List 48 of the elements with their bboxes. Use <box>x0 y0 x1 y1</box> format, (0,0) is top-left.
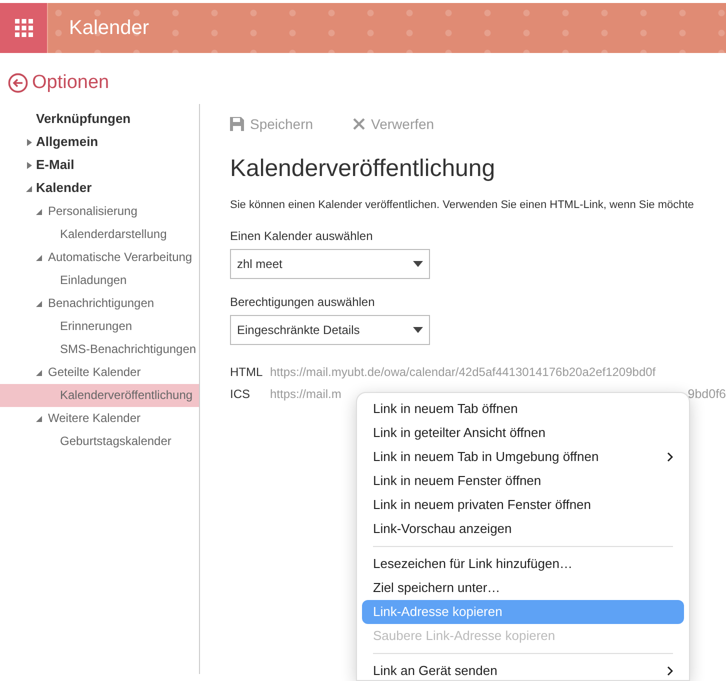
sidebar-item[interactable]: Kalenderdarstellung <box>0 222 199 246</box>
menu-item[interactable]: Link in neuem Tab in Umgebung öffnen <box>362 445 684 469</box>
sidebar-item[interactable]: SMS-Benachrichtigungen <box>0 338 199 360</box>
collapsed-triangle-icon[interactable] <box>26 138 32 146</box>
dropdown-field[interactable]: Eingeschränkte Details <box>230 315 430 345</box>
expanded-triangle-icon[interactable] <box>36 368 42 376</box>
menu-item[interactable]: Link in neuem Fenster öffnen <box>362 469 684 493</box>
sidebar-item[interactable]: Kalender <box>0 176 199 200</box>
sidebar-item[interactable]: Weitere Kalender <box>0 406 199 430</box>
sidebar-item[interactable]: Geburtstagskalender <box>0 430 199 452</box>
menu-item[interactable]: Ziel speichern unter… <box>362 576 684 600</box>
expanded-triangle-icon[interactable] <box>36 208 42 214</box>
app-launcher-button[interactable] <box>0 3 48 53</box>
sidebar-item[interactable]: Automatische Verarbeitung <box>0 246 199 268</box>
sidebar-item[interactable]: Einladungen <box>0 268 199 292</box>
sidebar-item[interactable]: Benachrichtigungen <box>0 292 199 314</box>
close-icon <box>353 118 366 130</box>
link-label: ICS <box>230 386 252 403</box>
link-label: HTML <box>230 364 264 381</box>
dropdown-field[interactable]: zhl meet <box>230 249 430 279</box>
page-title: Kalenderveröffentlichung <box>230 154 496 184</box>
field-label: Einen Kalender auswählen <box>230 228 374 245</box>
sidebar-item[interactable]: Personalisierung <box>0 200 199 222</box>
menu-item[interactable]: Link in geteilter Ansicht öffnen <box>362 421 684 445</box>
menu-item[interactable]: Link an Gerät senden <box>362 659 684 680</box>
menu-item[interactable]: Link in neuem Tab öffnen <box>362 397 684 421</box>
sidebar-item[interactable]: E-Mail <box>0 154 199 176</box>
back-link[interactable]: Optionen <box>8 69 110 98</box>
description-text: Sie können einen Kalender veröffentlichen. Verwenden Sie einen HTML-Link, wenn Sie möchte <box>230 198 695 212</box>
field-label: Berechtigungen auswählen <box>230 294 376 311</box>
expanded-triangle-icon[interactable] <box>36 254 42 260</box>
app-title: Kalender <box>69 16 150 41</box>
dropdown-arrow-icon <box>413 261 423 267</box>
collapsed-triangle-icon[interactable] <box>26 162 32 168</box>
sidebar-item[interactable]: Allgemein <box>0 130 199 154</box>
sidebar-item[interactable]: Verknüpfungen <box>0 108 199 130</box>
sidebar-item[interactable]: Kalenderveröffentlichung <box>0 384 199 406</box>
expanded-triangle-icon[interactable] <box>26 184 32 192</box>
grid-icon <box>14 19 32 37</box>
menu-item[interactable]: Link in neuem privaten Fenster öffnen <box>362 493 684 517</box>
menu-item[interactable]: Link-Vorschau anzeigen <box>362 517 684 541</box>
menu-item[interactable]: Lesezeichen für Link hinzufügen… <box>362 552 684 576</box>
sidebar-item[interactable]: Erinnerungen <box>0 314 199 338</box>
link-url[interactable]: 9bd0f6 <box>688 384 726 404</box>
expanded-triangle-icon[interactable] <box>36 300 42 306</box>
dropdown-arrow-icon <box>413 327 423 333</box>
sidebar-item[interactable]: Geteilte Kalender <box>0 360 199 384</box>
expanded-triangle-icon[interactable] <box>36 414 42 422</box>
